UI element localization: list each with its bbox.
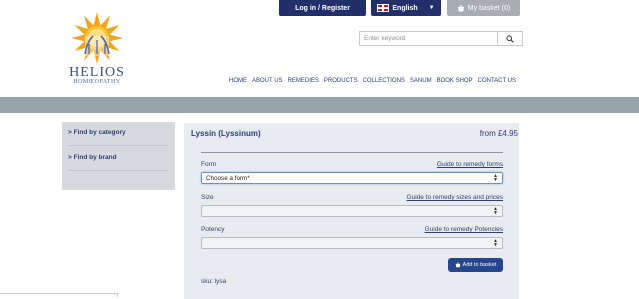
basket-icon [455,262,460,268]
logo-subtitle: HOMŒOPATHY [73,79,121,85]
search-input[interactable]: Enter keyword [359,31,497,46]
sidebar-item-find-by-category[interactable]: > Find by category [68,129,166,136]
bottom-overlay-edge [0,293,118,297]
sidebar-item-label: Find by category [73,129,126,136]
language-dropdown[interactable]: English ▼ [371,0,441,16]
add-to-basket-label: Add to basket [462,262,497,268]
size-select[interactable]: ▲ ▼ [201,205,503,217]
basket-icon [457,4,464,11]
chevron-right-icon: > [68,129,72,136]
potency-select[interactable]: ▲ ▼ [201,237,503,249]
search-placeholder: Enter keyword [364,35,406,42]
sidebar-divider [68,145,168,146]
add-to-basket-button[interactable]: Add to basket [448,258,503,272]
select-arrows-icon: ▲ ▼ [493,173,498,183]
language-label: English [392,4,418,12]
my-basket-button[interactable]: My basket (0) [447,0,520,16]
login-register-label: Log in / Register [295,4,350,12]
main-nav: HOME ABOUT US REMEDIES PRODUCTS COLLECTI… [229,78,516,84]
breadcrumb-band [0,97,639,113]
guide-to-remedy-sizes-link[interactable]: Guide to remedy sizes and prices [407,194,503,201]
guide-to-remedy-potencies-link[interactable]: Guide to remedy Potencies [425,226,503,233]
select-arrows-icon: ▲ ▼ [493,238,498,248]
form-select-value: Choose a form* [206,174,250,182]
sku-line: sku: lysa [201,278,226,285]
nav-products[interactable]: PRODUCTS [324,78,358,84]
select-arrows-icon: ▲ ▼ [493,206,498,216]
uk-flag-icon [377,4,390,12]
nav-home[interactable]: HOME [229,78,247,84]
nav-remedies[interactable]: REMEDIES [288,78,319,84]
nav-book-shop[interactable]: BOOK SHOP [437,78,473,84]
guide-to-remedy-forms-link[interactable]: Guide to remedy forms [437,161,503,168]
nav-sanum[interactable]: SANUM [410,78,432,84]
sidebar-item-find-by-brand[interactable]: > Find by brand [68,154,166,161]
nav-collections[interactable]: COLLECTIONS [363,78,405,84]
potency-label: Potency [201,226,225,233]
size-label: Size [201,194,214,201]
product-price: from £4.95 [479,129,518,138]
search-icon [506,34,514,43]
title-divider [201,152,503,153]
chevron-right-icon: > [68,154,72,161]
sku-label: sku: [201,278,213,285]
form-select[interactable]: Choose a form* ▲ ▼ [201,172,503,184]
logo-name: HELIOS [69,65,125,80]
caret-down-icon: ▼ [428,5,435,11]
nav-contact-us[interactable]: CONTACT US [478,78,516,84]
product-title: Lyssin (Lyssinum) [191,129,261,138]
sidebar-item-label: Find by brand [73,154,117,161]
search-button[interactable] [497,31,523,46]
login-register-button[interactable]: Log in / Register [279,0,366,16]
sku-value: lysa [214,278,227,285]
sidebar-divider [68,170,168,171]
form-label: Form [201,161,217,168]
my-basket-label: My basket (0) [467,4,511,12]
sidebar: > Find by category > Find by brand [62,122,175,190]
nav-about-us[interactable]: ABOUT US [252,78,283,84]
